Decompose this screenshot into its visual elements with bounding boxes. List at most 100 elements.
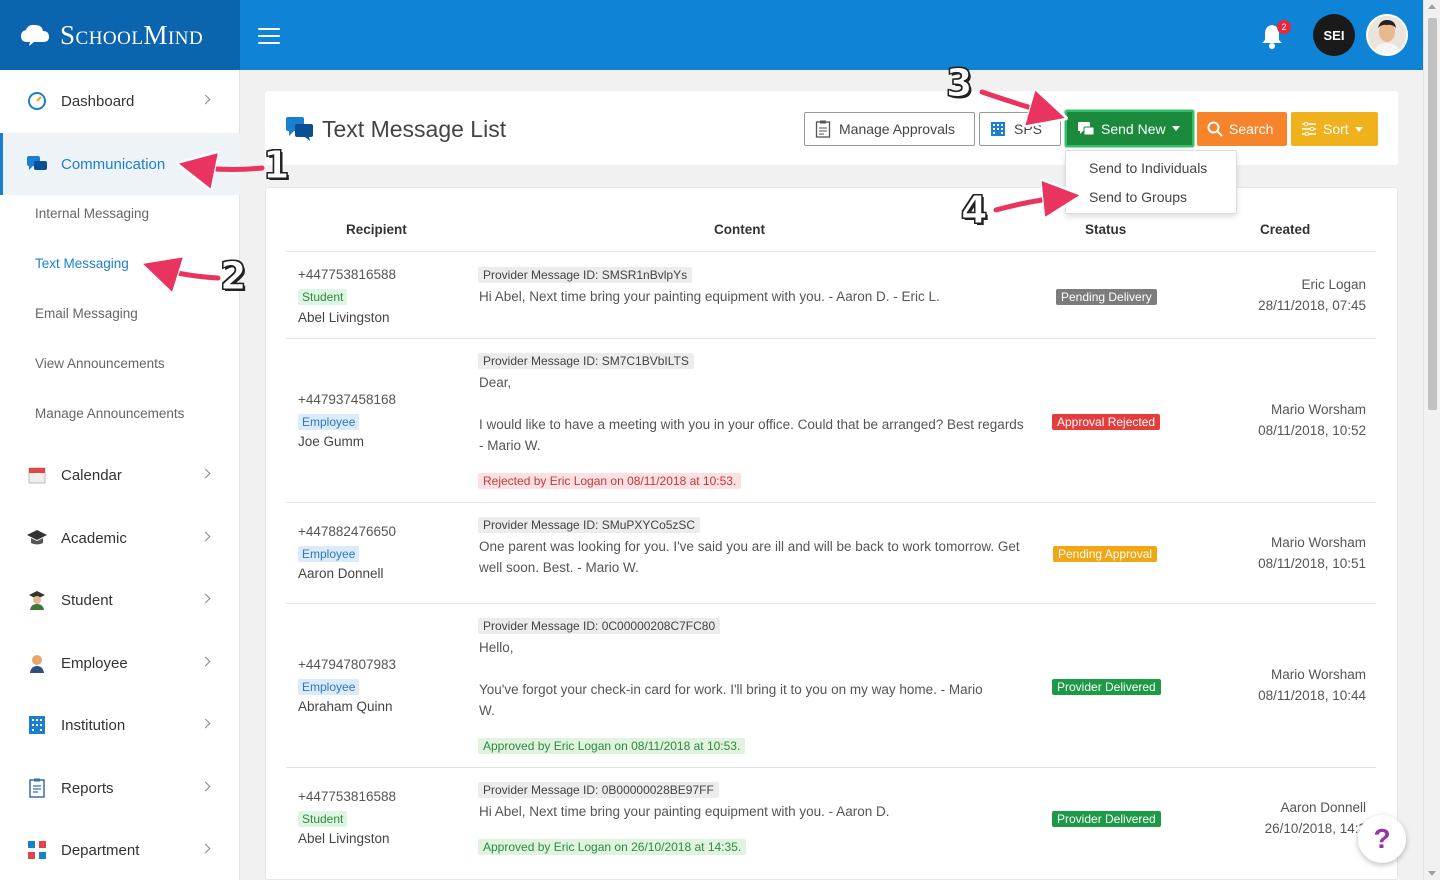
role-badge: Employee (298, 546, 360, 562)
chevron-right-icon (200, 781, 211, 792)
row-divider (286, 338, 1376, 339)
sub-item-email-messaging[interactable]: Email Messaging (35, 306, 138, 321)
created-by: Mario Worsham (1270, 667, 1366, 682)
clipboard-icon (26, 777, 48, 799)
row-divider (286, 603, 1376, 604)
user-avatar[interactable] (1366, 14, 1408, 56)
created-by: Eric Logan (1301, 277, 1366, 292)
notification-badge: 2 (1277, 20, 1291, 34)
recipient-phone: +447753816588 (298, 267, 396, 282)
send-new-button[interactable]: Send New (1065, 110, 1194, 147)
page-scrollbar[interactable] (1423, 0, 1440, 880)
clipboard-icon (815, 120, 831, 138)
sidebar-item-employee[interactable]: Employee (0, 632, 240, 694)
brand-name: SchoolMind (60, 19, 204, 50)
provider-message-id: Provider Message ID: SM7C1BVbILTS (478, 353, 694, 369)
menu-toggle-icon[interactable] (258, 28, 280, 49)
message-content: One parent was looking for you. I've sai… (479, 539, 1020, 575)
column-header-status[interactable]: Status (1085, 222, 1126, 237)
sidebar-item-institution[interactable]: Institution (0, 694, 240, 756)
role-badge: Employee (298, 414, 360, 430)
sidebar-item-reports[interactable]: Reports (0, 757, 240, 819)
recipient-name: Abel Livingston (298, 310, 390, 325)
sidebar-item-student[interactable]: Student (0, 569, 240, 631)
status-badge: Pending Approval (1053, 546, 1158, 562)
brand-logo[interactable]: SchoolMind (0, 0, 240, 70)
sidebar-item-calendar[interactable]: Calendar (0, 444, 240, 506)
chat-icon (286, 117, 313, 141)
calendar-icon (26, 464, 48, 486)
sidebar-item-label: Student (61, 591, 113, 609)
sidebar-item-academic[interactable]: Academic (0, 507, 240, 569)
chevron-right-icon (200, 468, 211, 479)
table-header-divider (286, 251, 1376, 252)
created-at: 28/11/2018, 07:45 (1258, 298, 1366, 313)
sub-item-manage-announcements[interactable]: Manage Announcements (35, 406, 184, 421)
recipient-phone: +447937458168 (298, 392, 396, 407)
provider-message-id: Provider Message ID: 0B00000028BE97FF (478, 782, 719, 798)
caret-down-icon (1354, 126, 1363, 132)
send-to-individuals-option[interactable]: Send to Individuals (1089, 160, 1207, 176)
manage-approvals-button[interactable]: Manage Approvals (804, 112, 975, 146)
sidebar-item-label: Department (61, 841, 140, 859)
column-header-content[interactable]: Content (714, 222, 765, 237)
provider-message-id: Provider Message ID: 0C00000208C7FC80 (478, 618, 721, 634)
annotation-number-3: 3 (945, 61, 973, 106)
message-content: You've forgot your check-in card for wor… (479, 682, 983, 718)
sort-button[interactable]: Sort (1291, 112, 1378, 146)
building-icon (26, 714, 48, 736)
row-divider (286, 767, 1376, 768)
search-button[interactable]: Search (1197, 112, 1287, 146)
approval-note: Approved by Eric Logan on 08/11/2018 at … (478, 738, 746, 754)
chat-icon (26, 153, 48, 175)
role-badge: Student (298, 289, 348, 305)
chevron-right-icon (200, 656, 211, 667)
row-divider (286, 502, 1376, 503)
caret-down-icon (1171, 126, 1180, 131)
message-content: Hi Abel, Next time bring your painting e… (479, 804, 890, 819)
message-content-greeting: Hello, (479, 640, 514, 655)
chat-icon (1078, 121, 1095, 135)
created-by: Mario Worsham (1270, 402, 1366, 417)
sidebar-item-label: Dashboard (61, 92, 135, 110)
annotation-number-1: 1 (262, 143, 290, 188)
status-badge: Approval Rejected (1052, 414, 1161, 430)
sidebar-item-communication[interactable]: Communication (0, 133, 240, 195)
provider-message-id: Provider Message ID: SMSR1nBvlpYs (478, 267, 693, 283)
user-initials-avatar[interactable]: SEI (1313, 14, 1355, 56)
status-badge: Pending Delivery (1056, 289, 1157, 305)
created-at: 08/11/2018, 10:44 (1258, 688, 1366, 703)
approval-note: Approved by Eric Logan on 26/10/2018 at … (478, 839, 747, 855)
employee-icon (26, 652, 48, 674)
role-badge: Student (298, 811, 348, 827)
sidebar-item-label: Employee (61, 654, 128, 672)
sub-item-view-announcements[interactable]: View Announcements (35, 356, 165, 371)
recipient-phone: +447882476650 (298, 524, 396, 539)
send-new-dropdown: Send to Individuals Send to Groups (1065, 150, 1237, 214)
column-header-recipient[interactable]: Recipient (346, 222, 407, 237)
created-at: 08/11/2018, 10:51 (1258, 556, 1366, 571)
sidebar-item-dashboard[interactable]: Dashboard (0, 70, 240, 132)
sidebar-item-department[interactable]: Department (0, 819, 240, 880)
recipient-name: Aaron Donnell (298, 566, 384, 581)
chevron-right-icon (200, 531, 211, 542)
recipient-name: Joe Gumm (298, 434, 365, 449)
sub-item-internal-messaging[interactable]: Internal Messaging (35, 206, 149, 221)
sidebar-item-label: Institution (61, 716, 126, 734)
sidebar-item-label: Academic (61, 529, 127, 547)
status-badge: Provider Delivered (1052, 679, 1161, 695)
send-to-groups-option[interactable]: Send to Groups (1089, 189, 1187, 205)
recipient-name: Abel Livingston (298, 831, 390, 846)
sps-button[interactable]: SPS (979, 112, 1061, 146)
sub-item-text-messaging[interactable]: Text Messaging (35, 256, 129, 271)
dashboard-icon (26, 90, 48, 112)
search-icon (1207, 121, 1223, 137)
provider-message-id: Provider Message ID: SMuPXYCo5zSC (478, 517, 701, 533)
department-icon (26, 839, 48, 861)
recipient-name: Abraham Quinn (298, 699, 393, 714)
sidebar-item-label: Reports (61, 779, 114, 797)
student-icon (26, 589, 48, 611)
help-button[interactable]: ? (1358, 815, 1406, 863)
status-badge: Provider Delivered (1052, 811, 1161, 827)
column-header-created[interactable]: Created (1260, 222, 1310, 237)
